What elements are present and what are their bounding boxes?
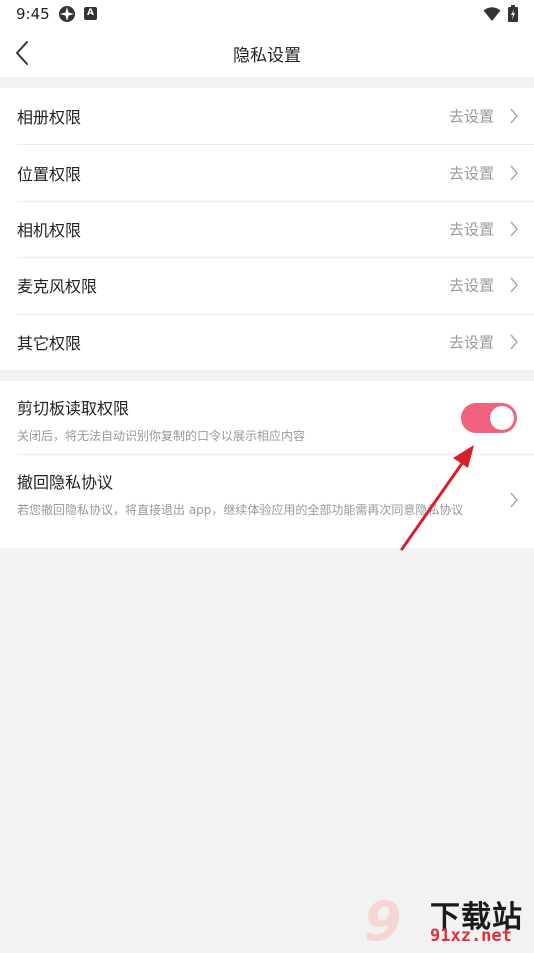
go-settings-link[interactable]: 去设置: [449, 331, 494, 352]
clipboard-description: 关闭后，将无法自动识别你复制的口令以展示相应内容: [17, 429, 306, 443]
status-time: 9:45: [16, 5, 50, 23]
revoke-description: 若您撤回隐私协议，将直接退出 app，继续体验应用的全部功能需再次同意隐私协议: [17, 503, 464, 517]
go-settings-link[interactable]: 去设置: [449, 275, 494, 296]
wifi-icon: [483, 7, 501, 21]
permission-label: 麦克风权限: [17, 277, 98, 297]
permissions-list: 相册权限 去设置 位置权限 去设置 相机权限 去设置 麦克风权限 去设置 其它权…: [0, 88, 534, 370]
permission-row-microphone[interactable]: 麦克风权限 去设置: [0, 257, 534, 313]
permission-row-other[interactable]: 其它权限 去设置: [0, 313, 534, 370]
watermark-logo-icon: 9: [364, 890, 402, 953]
go-settings-link[interactable]: 去设置: [449, 162, 494, 183]
permission-row-photos[interactable]: 相册权限 去设置: [0, 88, 534, 144]
watermark-url: 91xz.net: [430, 926, 512, 946]
permission-row-location[interactable]: 位置权限 去设置: [0, 144, 534, 200]
go-settings-link[interactable]: 去设置: [449, 218, 494, 239]
chevron-right-icon: [510, 492, 518, 508]
toggle-knob: [490, 406, 514, 430]
clipboard-title: 剪切板读取权限: [17, 399, 130, 418]
chevron-right-icon: [510, 165, 518, 181]
chevron-right-icon: [510, 334, 518, 350]
app-notification-icon: [59, 6, 75, 22]
status-bar: 9:45 A: [0, 0, 534, 28]
revoke-title: 撤回隐私协议: [17, 473, 114, 492]
clipboard-permission-row: 剪切板读取权限 关闭后，将无法自动识别你复制的口令以展示相应内容: [0, 381, 534, 454]
chevron-right-icon: [510, 221, 518, 237]
go-settings-link[interactable]: 去设置: [449, 106, 494, 127]
revoke-privacy-row[interactable]: 撤回隐私协议 若您撤回隐私协议，将直接退出 app，继续体验应用的全部功能需再次…: [0, 454, 534, 548]
permission-label: 相机权限: [17, 220, 82, 240]
chevron-right-icon: [510, 277, 518, 293]
clipboard-toggle[interactable]: [461, 403, 517, 433]
privacy-options: 剪切板读取权限 关闭后，将无法自动识别你复制的口令以展示相应内容 撤回隐私协议 …: [0, 381, 534, 548]
permission-label: 其它权限: [17, 333, 82, 353]
nav-bar: 隐私设置: [0, 28, 534, 77]
battery-icon: [508, 5, 518, 22]
notification-letter-icon: A: [84, 7, 97, 20]
chevron-right-icon: [510, 108, 518, 124]
site-watermark: 9 下载站 91xz.net: [360, 888, 534, 953]
permission-row-camera[interactable]: 相机权限 去设置: [0, 200, 534, 257]
permission-label: 位置权限: [17, 164, 82, 184]
page-title: 隐私设置: [233, 46, 301, 66]
permission-label: 相册权限: [17, 108, 82, 128]
